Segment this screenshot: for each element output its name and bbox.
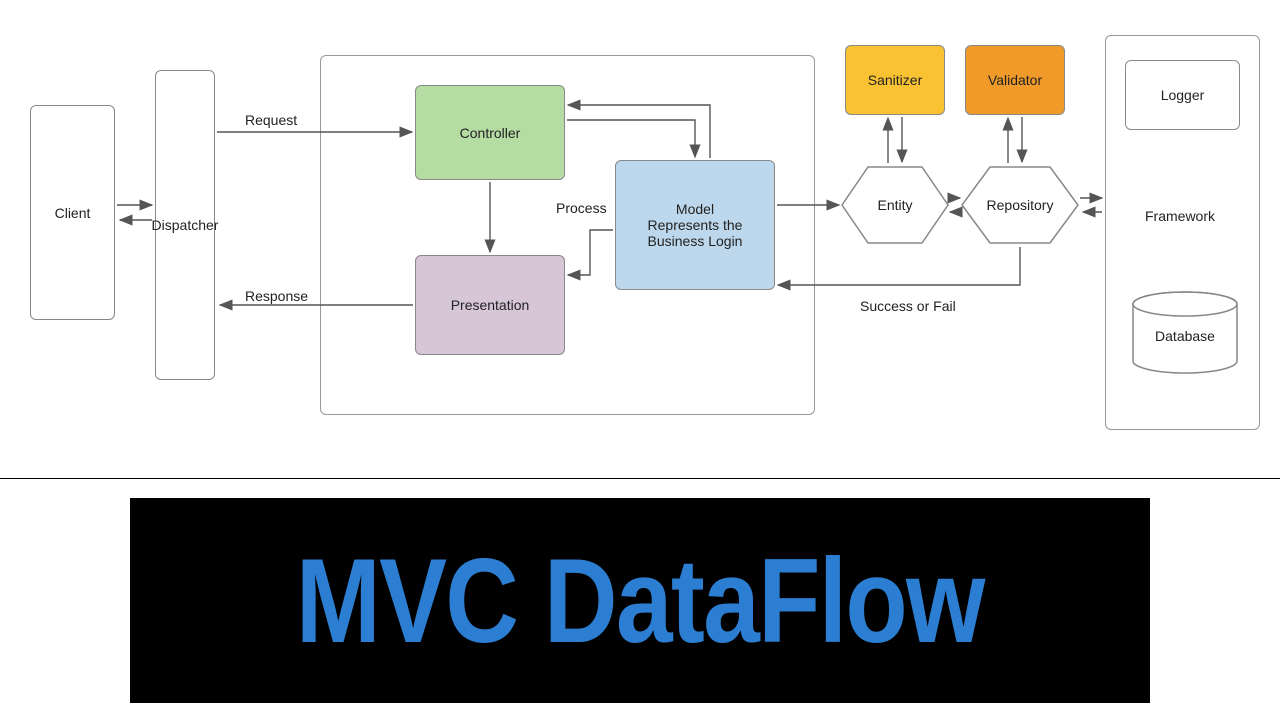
framework-label: Framework bbox=[1145, 208, 1215, 224]
database-label: Database bbox=[1155, 328, 1215, 344]
title-banner: MVC DataFlow bbox=[130, 498, 1150, 703]
divider-line bbox=[0, 478, 1280, 479]
response-label: Response bbox=[245, 288, 308, 304]
logger-box: Logger bbox=[1125, 60, 1240, 130]
request-label: Request bbox=[245, 112, 297, 128]
dispatcher-box: Dispatcher bbox=[155, 70, 215, 380]
controller-box: Controller bbox=[415, 85, 565, 180]
controller-label: Controller bbox=[460, 125, 521, 141]
model-label: Model Represents the Business Login bbox=[648, 201, 743, 249]
sanitizer-box: Sanitizer bbox=[845, 45, 945, 115]
entity-label: Entity bbox=[877, 197, 912, 213]
entity-hex: Entity bbox=[840, 165, 950, 245]
sanitizer-label: Sanitizer bbox=[868, 72, 922, 88]
repository-hex: Repository bbox=[960, 165, 1080, 245]
successfail-label: Success or Fail bbox=[860, 298, 956, 314]
dispatcher-label: Dispatcher bbox=[152, 217, 219, 233]
model-box: Model Represents the Business Login bbox=[615, 160, 775, 290]
client-label: Client bbox=[55, 205, 91, 221]
repository-label: Repository bbox=[987, 197, 1054, 213]
validator-box: Validator bbox=[965, 45, 1065, 115]
presentation-box: Presentation bbox=[415, 255, 565, 355]
process-label: Process bbox=[556, 200, 607, 216]
diagram-area: Client Dispatcher Controller Presentatio… bbox=[0, 0, 1280, 470]
validator-label: Validator bbox=[988, 72, 1042, 88]
database-cylinder: Database bbox=[1130, 290, 1240, 375]
client-box: Client bbox=[30, 105, 115, 320]
logger-label: Logger bbox=[1161, 87, 1205, 103]
title-text: MVC DataFlow bbox=[296, 532, 984, 670]
presentation-label: Presentation bbox=[451, 297, 530, 313]
